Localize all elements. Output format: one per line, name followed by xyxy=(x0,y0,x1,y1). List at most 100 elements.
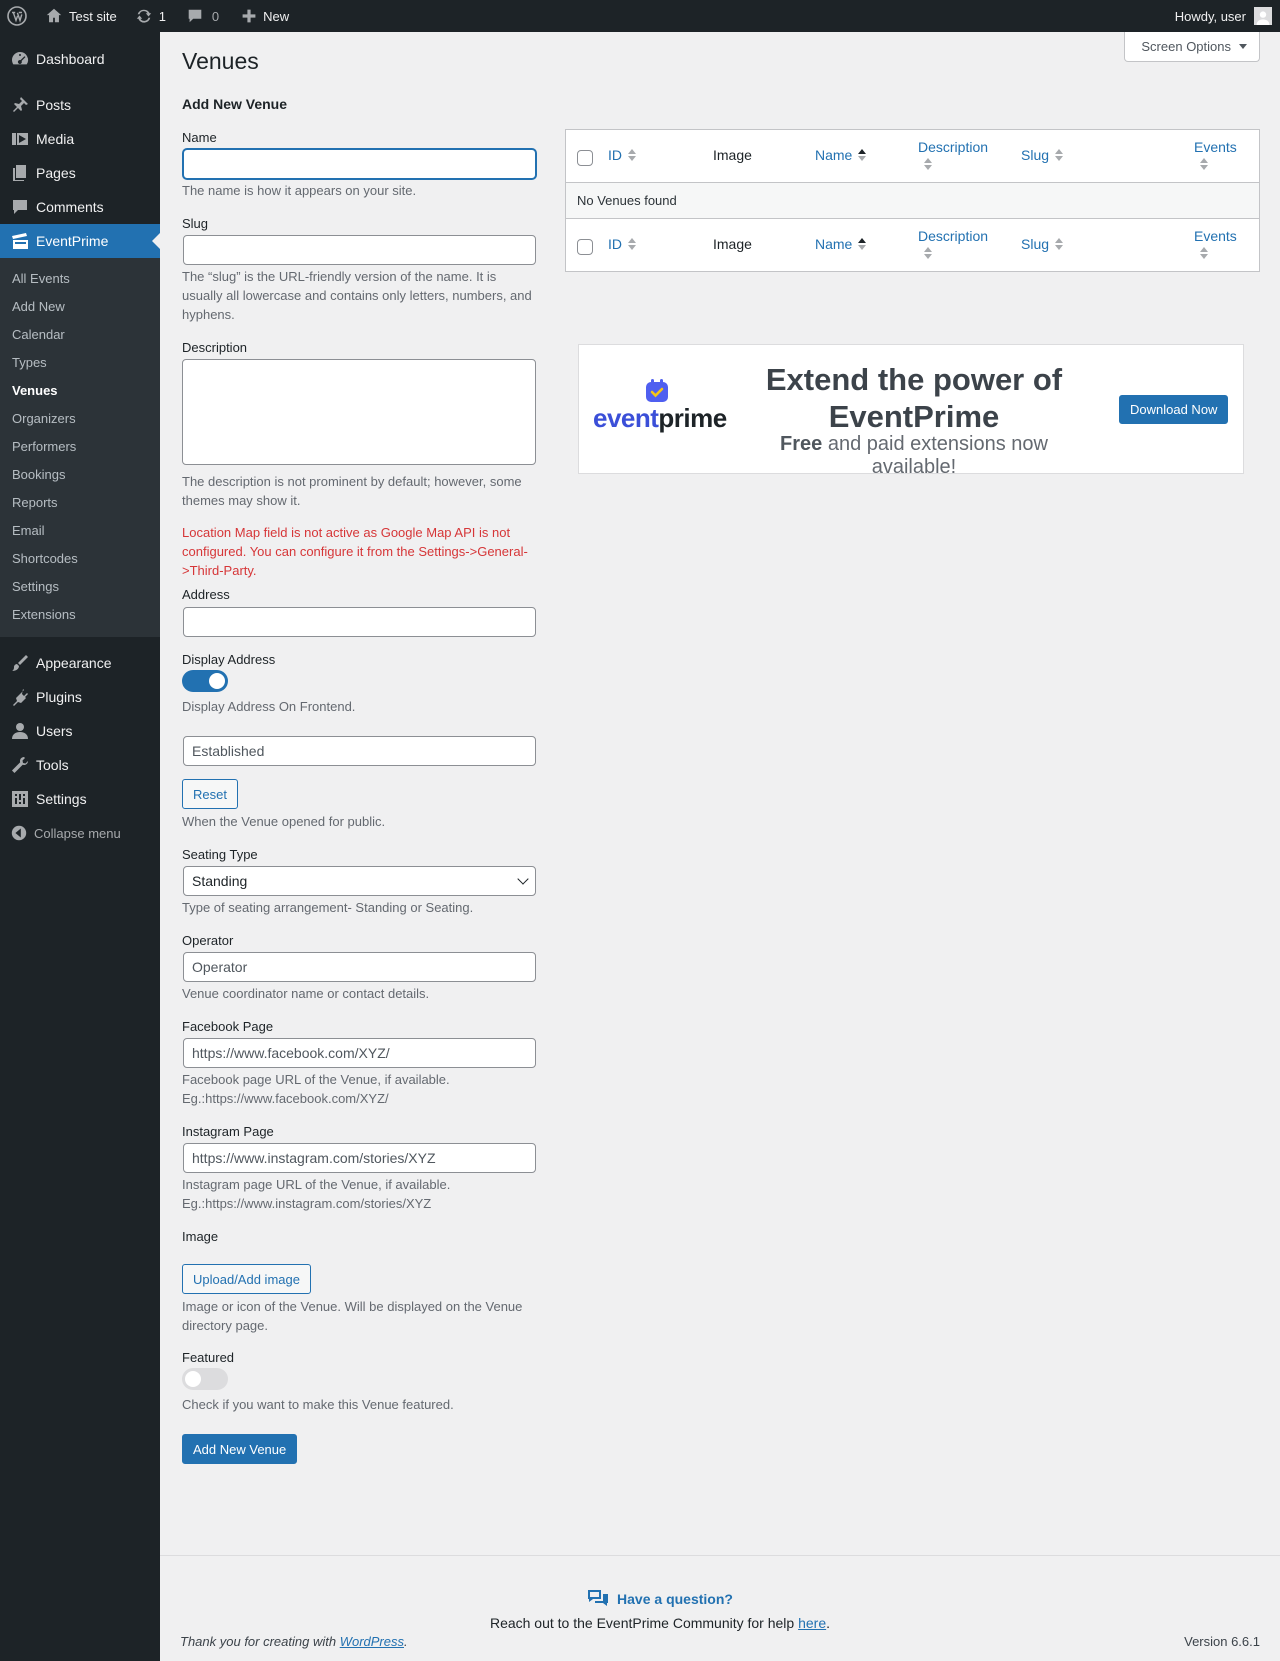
site-name-link[interactable]: Test site xyxy=(37,0,125,32)
sort-icon xyxy=(628,149,636,161)
banner-subheadline: Free and paid extensions now available! xyxy=(780,433,1048,478)
download-now-button[interactable]: Download Now xyxy=(1119,395,1229,424)
column-id-footer[interactable]: ID xyxy=(608,236,636,252)
eventprime-icon xyxy=(12,233,28,249)
sidebar-item-tools[interactable]: Tools xyxy=(0,748,160,782)
community-help-text: Reach out to the EventPrime Community fo… xyxy=(489,1615,831,1631)
column-slug[interactable]: Slug xyxy=(1021,147,1064,163)
submenu-item-reports[interactable]: Reports xyxy=(0,489,160,517)
my-account-link[interactable]: Howdy, user xyxy=(1167,0,1280,32)
display-address-label: Display Address xyxy=(182,652,276,667)
updates-link[interactable]: 1 xyxy=(125,0,174,32)
column-events-label: Events xyxy=(1194,228,1237,244)
sidebar-item-comments[interactable]: Comments xyxy=(0,190,160,224)
submenu-item-venues[interactable]: Venues xyxy=(0,377,160,405)
operator-input[interactable]: Operator xyxy=(183,952,536,982)
sidebar-item-dashboard[interactable]: Dashboard xyxy=(0,42,160,76)
sidebar-item-label: Dashboard xyxy=(36,51,105,67)
column-description[interactable]: Description xyxy=(918,139,988,170)
select-all-checkbox[interactable] xyxy=(577,150,593,166)
submenu-item-all-events[interactable]: All Events xyxy=(0,265,160,293)
column-events-footer[interactable]: Events xyxy=(1194,228,1237,259)
screen-options-button[interactable]: Screen Options xyxy=(1124,32,1260,62)
display-address-toggle[interactable] xyxy=(182,670,228,692)
page-title: Venues xyxy=(182,48,259,74)
description-textarea[interactable] xyxy=(182,359,536,465)
submenu-item-performers[interactable]: Performers xyxy=(0,433,160,461)
users-icon xyxy=(12,723,28,739)
column-name[interactable]: Name xyxy=(815,147,867,163)
map-api-warning: Location Map field is not active as Goog… xyxy=(182,525,528,578)
instagram-placeholder: https://www.instagram.com/stories/XYZ xyxy=(192,1150,436,1166)
new-label: New xyxy=(263,8,290,24)
instagram-input[interactable]: https://www.instagram.com/stories/XYZ xyxy=(183,1143,536,1173)
brush-icon xyxy=(12,655,28,671)
submenu-item-types[interactable]: Types xyxy=(0,349,160,377)
updates-icon xyxy=(136,9,151,23)
sidebar-item-posts[interactable]: Posts xyxy=(0,88,160,122)
submenu-item-shortcodes[interactable]: Shortcodes xyxy=(0,545,160,573)
sidebar-item-settings[interactable]: Settings xyxy=(0,782,160,816)
thanks-text: Thank you for creating with xyxy=(180,1634,337,1649)
new-content-link[interactable]: New xyxy=(227,0,297,32)
upload-image-button[interactable]: Upload/Add image xyxy=(182,1264,311,1294)
column-name-footer[interactable]: Name xyxy=(815,236,867,252)
column-events-label: Events xyxy=(1194,139,1237,155)
wordpress-link[interactable]: WordPress xyxy=(340,1634,404,1649)
banner-headline: Extend the power of EventPrime xyxy=(765,362,1063,434)
sidebar-item-users[interactable]: Users xyxy=(0,714,160,748)
featured-label: Featured xyxy=(182,1350,235,1365)
settings-icon xyxy=(12,791,28,807)
admin-sidebar: Dashboard Posts Media Pages Comments Eve… xyxy=(0,32,160,1661)
name-description: The name is how it appears on your site. xyxy=(182,183,417,198)
sidebar-item-media[interactable]: Media xyxy=(0,122,160,156)
sidebar-item-label: Appearance xyxy=(36,655,112,671)
eventprime-submenu: All Events Add New Calendar Types Venues… xyxy=(0,258,160,637)
submenu-item-extensions[interactable]: Extensions xyxy=(0,601,160,629)
add-new-venue-button[interactable]: Add New Venue xyxy=(182,1434,298,1464)
comments-link[interactable]: 0 xyxy=(174,0,227,32)
address-input[interactable] xyxy=(183,607,536,637)
collapse-menu-button[interactable]: Collapse menu xyxy=(0,816,160,850)
reset-button[interactable]: Reset xyxy=(182,779,238,809)
sidebar-item-pages[interactable]: Pages xyxy=(0,156,160,190)
chat-bubbles-icon xyxy=(588,1590,609,1606)
established-input[interactable]: Established xyxy=(183,736,536,766)
column-description-footer[interactable]: Description xyxy=(918,228,988,259)
column-events[interactable]: Events xyxy=(1194,139,1237,170)
wp-version: Version 6.6.1 xyxy=(1184,1634,1260,1649)
submenu-item-settings[interactable]: Settings xyxy=(0,573,160,601)
wrench-icon xyxy=(12,756,29,773)
sidebar-item-label: Pages xyxy=(36,165,76,181)
submenu-item-bookings[interactable]: Bookings xyxy=(0,461,160,489)
media-icon xyxy=(12,133,28,145)
submenu-item-calendar[interactable]: Calendar xyxy=(0,321,160,349)
column-slug-footer[interactable]: Slug xyxy=(1021,236,1064,252)
comment-bubble-icon xyxy=(188,9,202,23)
name-input[interactable] xyxy=(183,149,536,179)
community-help-link[interactable]: here xyxy=(798,1615,826,1631)
sidebar-item-plugins[interactable]: Plugins xyxy=(0,680,160,714)
instagram-label: Instagram Page xyxy=(182,1124,274,1139)
facebook-input[interactable]: https://www.facebook.com/XYZ/ xyxy=(183,1038,536,1068)
column-slug-label: Slug xyxy=(1021,236,1050,252)
sort-icon xyxy=(924,158,932,170)
submenu-item-add-new[interactable]: Add New xyxy=(0,293,160,321)
column-id[interactable]: ID xyxy=(608,147,636,163)
seating-type-select[interactable]: Standing xyxy=(183,866,536,896)
have-a-question-link[interactable]: Have a question? xyxy=(160,1589,1160,1609)
column-slug-label: Slug xyxy=(1021,147,1050,163)
sidebar-item-eventprime[interactable]: EventPrime xyxy=(0,224,160,258)
sidebar-item-appearance[interactable]: Appearance xyxy=(0,646,160,680)
wordpress-logo-icon[interactable] xyxy=(0,0,37,32)
form-title: Add New Venue xyxy=(182,96,288,112)
sidebar-item-label: Settings xyxy=(36,791,87,807)
slug-input[interactable] xyxy=(183,235,536,265)
image-description: Image or icon of the Venue. Will be disp… xyxy=(182,1299,523,1333)
select-all-checkbox-footer[interactable] xyxy=(577,239,593,255)
comments-count: 0 xyxy=(211,8,220,24)
submenu-item-email[interactable]: Email xyxy=(0,517,160,545)
submenu-item-organizers[interactable]: Organizers xyxy=(0,405,160,433)
featured-toggle[interactable] xyxy=(182,1368,228,1390)
extensions-banner: eventprime Extend the power of EventPrim… xyxy=(578,344,1244,478)
